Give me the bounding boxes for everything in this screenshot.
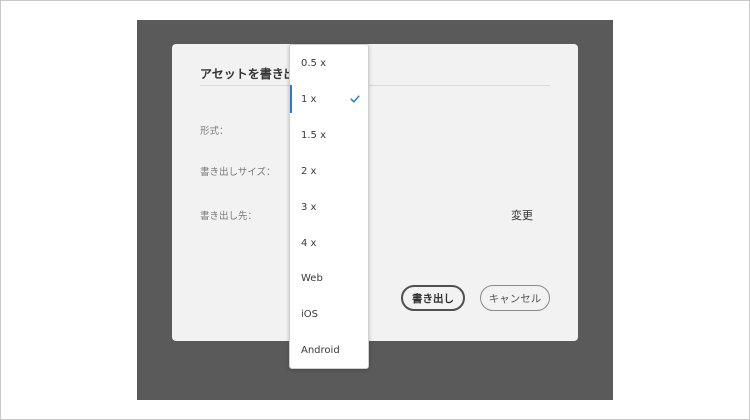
- export-size-dropdown-menu: 0.5 x 1 x 1.5 x 2 x 3 x 4 x Web iOS Andr…: [289, 44, 369, 369]
- dropdown-item-label: 1 x: [301, 93, 317, 105]
- dropdown-item-web[interactable]: Web: [290, 264, 368, 292]
- dropdown-item-ios[interactable]: iOS: [290, 300, 368, 328]
- dropdown-item-label: Android: [301, 344, 340, 356]
- export-button[interactable]: 書き出し: [401, 285, 465, 311]
- dropdown-item-label: 1.5 x: [301, 129, 326, 141]
- check-icon: [350, 95, 360, 103]
- dropdown-item-0-5x[interactable]: 0.5 x: [290, 49, 368, 77]
- export-size-label: 書き出しサイズ：: [200, 167, 276, 178]
- dropdown-item-label: 3 x: [301, 201, 317, 213]
- dropdown-item-2x[interactable]: 2 x: [290, 157, 368, 185]
- format-label: 形式：: [200, 126, 229, 137]
- change-destination-button[interactable]: 変更: [511, 207, 533, 223]
- dropdown-item-label: iOS: [301, 308, 318, 320]
- dropdown-item-label: Web: [301, 272, 323, 284]
- dropdown-item-label: 4 x: [301, 237, 317, 249]
- export-destination-label: 書き出し先：: [200, 211, 258, 222]
- dropdown-item-android[interactable]: Android: [290, 336, 368, 364]
- dropdown-item-1-5x[interactable]: 1.5 x: [290, 121, 368, 149]
- cancel-button[interactable]: キャンセル: [480, 285, 550, 311]
- dropdown-item-1x[interactable]: 1 x: [290, 85, 368, 113]
- dropdown-item-4x[interactable]: 4 x: [290, 229, 368, 257]
- export-assets-dialog: アセットを書き出し 形式： 書き出しサイズ： 書き出し先： 変更 書き出し キャ…: [172, 44, 578, 341]
- title-divider: [200, 85, 550, 86]
- dropdown-item-label: 2 x: [301, 165, 317, 177]
- dropdown-item-3x[interactable]: 3 x: [290, 193, 368, 221]
- dropdown-item-label: 0.5 x: [301, 57, 326, 69]
